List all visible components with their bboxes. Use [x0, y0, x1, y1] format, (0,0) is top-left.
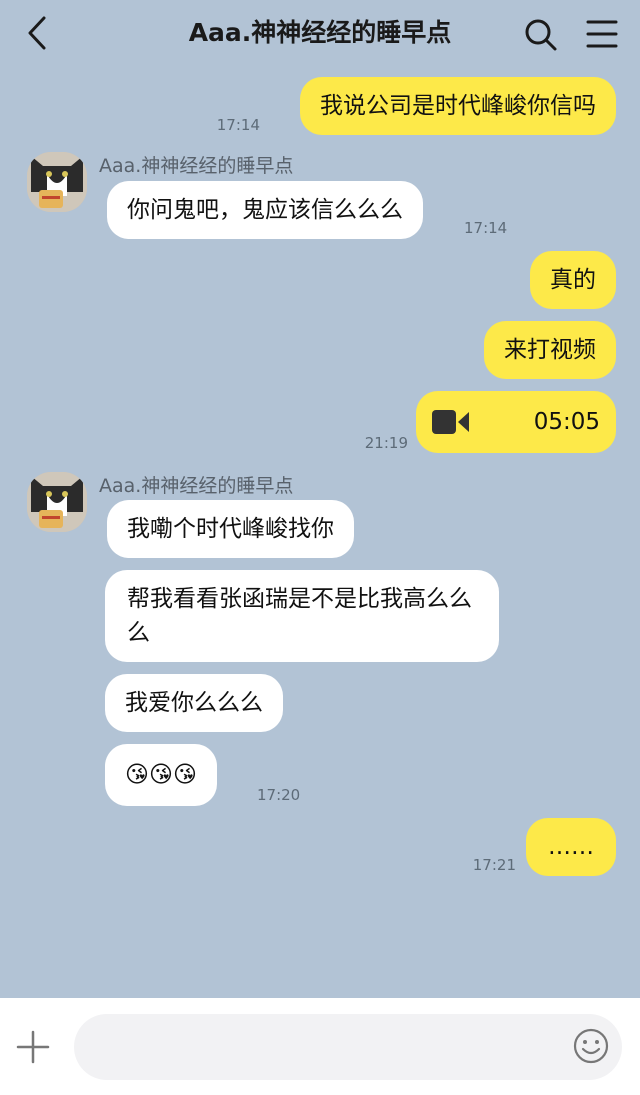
menu-button[interactable] — [582, 14, 622, 54]
their-message-bubble[interactable]: 我爱你么么么 — [105, 674, 283, 732]
back-button[interactable] — [18, 12, 58, 54]
input-bar — [0, 998, 640, 1095]
emoji-smile-icon — [573, 1028, 609, 1064]
my-message-bubble[interactable]: 我说公司是时代峰峻你信吗 — [300, 77, 616, 135]
sender-name: Aaa.神神经经的睡早点 — [99, 155, 294, 177]
their-message-bubble[interactable]: 😘😘😘 — [105, 744, 217, 806]
their-message-bubble[interactable]: 你问鬼吧，鬼应该信么么么 — [107, 181, 423, 239]
their-message-bubble[interactable]: 我嘞个时代峰峻找你 — [107, 500, 354, 558]
their-message-bubble[interactable]: 帮我看看张函瑞是不是比我高么么么 — [105, 570, 499, 662]
message-time: 17:20 — [257, 786, 301, 804]
plus-icon — [16, 1030, 50, 1064]
video-call-bubble[interactable]: 05:05 — [416, 391, 616, 453]
call-duration: 05:05 — [533, 409, 600, 435]
message-input[interactable] — [74, 1014, 622, 1080]
message-time: 17:21 — [472, 856, 516, 874]
chat-title: Aaa.神神经经的睡早点 — [188, 18, 452, 47]
search-icon — [525, 19, 557, 51]
cat-avatar-image — [27, 152, 87, 212]
message-time: 17:14 — [464, 219, 508, 237]
menu-icon — [586, 20, 618, 48]
contact-avatar[interactable] — [27, 472, 87, 532]
cat-avatar-image — [27, 472, 87, 532]
my-message-bubble[interactable]: …… — [526, 818, 616, 876]
my-message-bubble[interactable]: 真的 — [530, 251, 616, 309]
add-attachment-button[interactable] — [14, 1028, 52, 1066]
sender-name: Aaa.神神经经的睡早点 — [99, 475, 294, 497]
search-button[interactable] — [520, 14, 560, 54]
emoji-button[interactable] — [572, 1027, 610, 1065]
contact-avatar[interactable] — [27, 152, 87, 212]
message-time: 21:19 — [364, 434, 408, 452]
chevron-left-icon — [28, 16, 46, 50]
video-camera-icon — [432, 410, 469, 434]
my-message-bubble[interactable]: 来打视频 — [484, 321, 616, 379]
chat-header: Aaa.神神经经的睡早点 — [0, 0, 640, 68]
message-time: 17:14 — [216, 116, 260, 134]
